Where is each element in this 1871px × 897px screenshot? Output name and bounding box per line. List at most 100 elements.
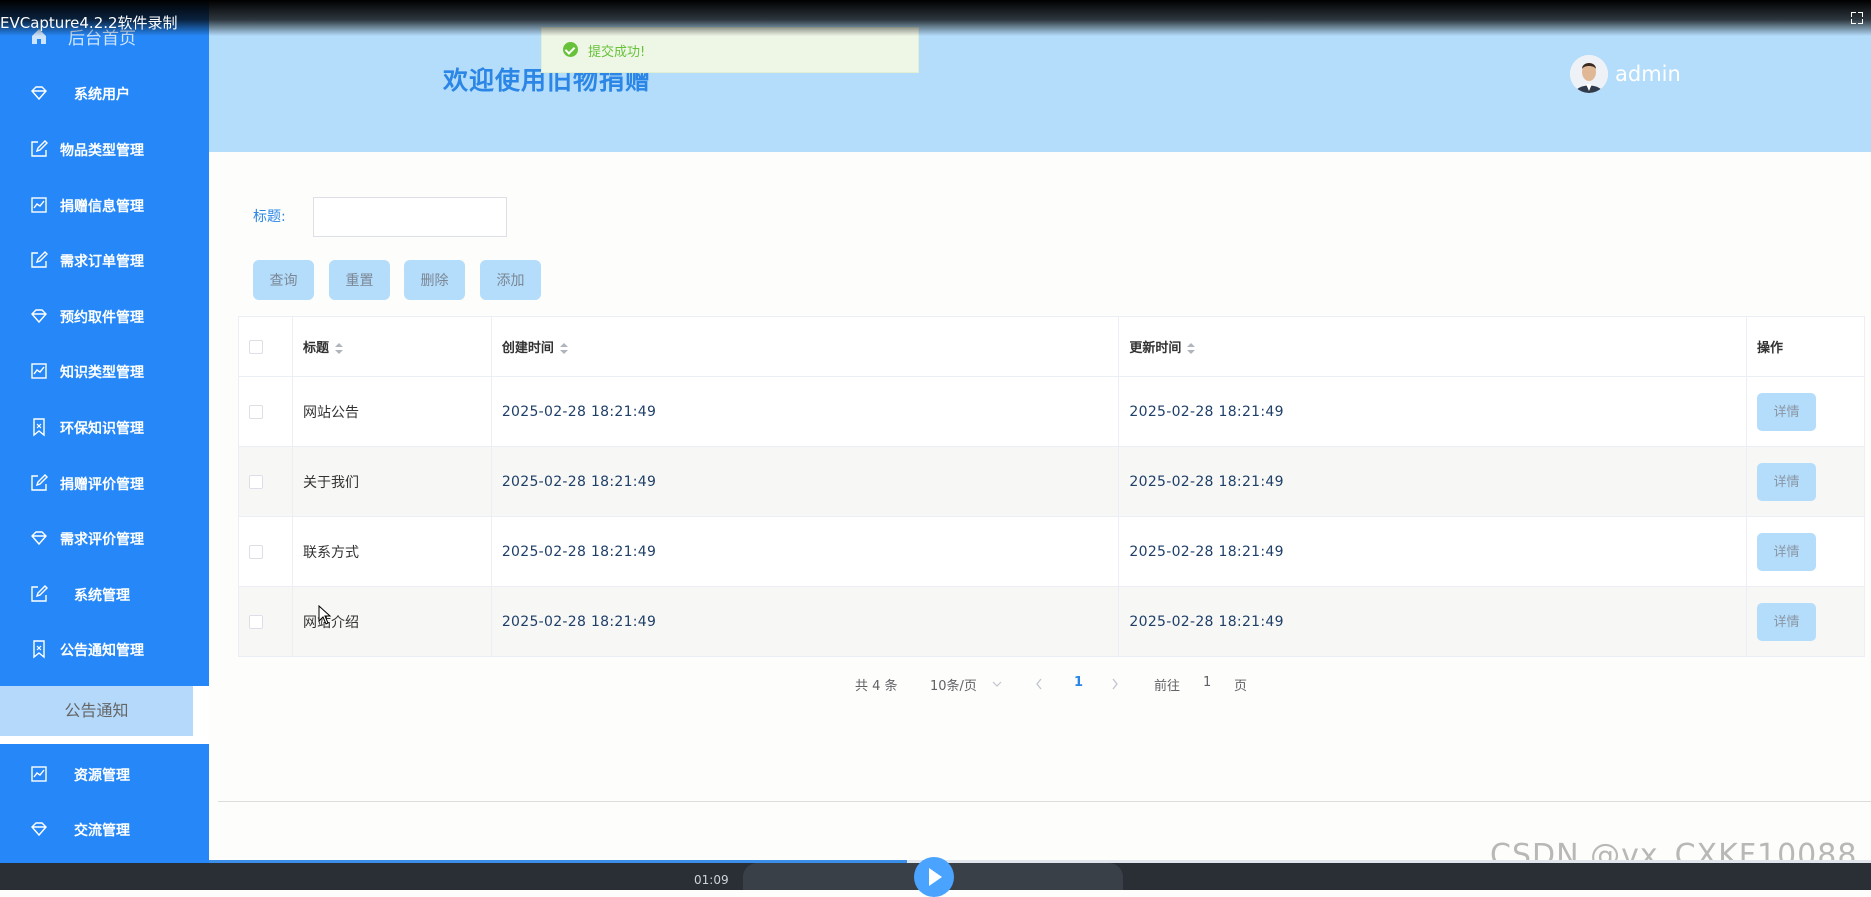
sidebar-item-resources[interactable]: 资源管理 bbox=[0, 752, 209, 796]
sidebar-item-label: 捐赠信息管理 bbox=[60, 199, 144, 215]
sidebar-item-knowledge-types[interactable]: 知识类型管理 bbox=[0, 349, 209, 393]
row-updated: 2025-02-28 18:21:49 bbox=[1118, 516, 1747, 587]
row-actions: 详情 bbox=[1745, 376, 1866, 447]
column-title-label: 标题 bbox=[302, 341, 329, 356]
user-avatar-icon bbox=[1570, 55, 1608, 93]
avatar[interactable] bbox=[1570, 55, 1608, 93]
sidebar-item-system-users[interactable]: 系统用户 bbox=[0, 71, 209, 115]
sidebar-item-label: 系统用户 bbox=[74, 87, 130, 103]
chart-icon bbox=[31, 363, 47, 379]
row-title: 网站公告 bbox=[291, 376, 492, 447]
sidebar-subitem-notices[interactable]: 公告通知 bbox=[0, 686, 209, 744]
goto-page-input[interactable]: 1 bbox=[1203, 675, 1211, 690]
chart-icon bbox=[31, 766, 47, 782]
sort-icon[interactable] bbox=[334, 342, 343, 355]
column-header-title[interactable]: 标题 bbox=[291, 316, 492, 377]
sidebar-item-label: 需求订单管理 bbox=[60, 254, 144, 270]
add-button[interactable]: 添加 bbox=[480, 260, 541, 300]
goto-prefix: 前往 bbox=[1154, 679, 1181, 694]
edit-icon bbox=[31, 585, 48, 602]
sidebar-item-donation-info[interactable]: 捐赠信息管理 bbox=[0, 183, 209, 227]
sort-icon[interactable] bbox=[1187, 342, 1196, 355]
detail-button[interactable]: 详情 bbox=[1756, 462, 1816, 501]
row-updated: 2025-02-28 18:21:49 bbox=[1118, 586, 1747, 657]
row-title: 联系方式 bbox=[291, 516, 492, 587]
row-checkbox[interactable] bbox=[249, 614, 263, 629]
video-player-controls: 01:09 bbox=[0, 857, 1871, 897]
mouse-cursor-icon bbox=[318, 605, 332, 625]
query-button[interactable]: 查询 bbox=[253, 260, 314, 300]
pagination-total: 共 4 条 bbox=[855, 679, 898, 694]
sidebar-item-label: 需求评价管理 bbox=[60, 532, 144, 548]
sidebar-item-label: 系统管理 bbox=[74, 588, 130, 604]
row-actions: 详情 bbox=[1745, 586, 1866, 657]
row-actions: 详情 bbox=[1745, 516, 1866, 587]
row-created: 2025-02-28 18:21:49 bbox=[490, 586, 1120, 657]
row-checkbox-cell bbox=[238, 586, 293, 657]
sidebar-item-eco-knowledge[interactable]: 环保知识管理 bbox=[0, 405, 209, 449]
sort-icon[interactable] bbox=[559, 342, 568, 355]
table-row: 网站公告 2025-02-28 18:21:49 2025-02-28 18:2… bbox=[238, 376, 1866, 447]
next-page-icon[interactable] bbox=[1111, 678, 1119, 690]
sidebar-item-label: 物品类型管理 bbox=[60, 143, 144, 159]
chevron-down-icon[interactable] bbox=[992, 680, 1002, 688]
row-checkbox-cell bbox=[238, 376, 293, 447]
row-checkbox[interactable] bbox=[249, 474, 263, 489]
sidebar-item-label: 资源管理 bbox=[74, 768, 130, 784]
detail-button[interactable]: 详情 bbox=[1756, 532, 1816, 571]
sidebar-item-donation-reviews[interactable]: 捐赠评价管理 bbox=[0, 461, 209, 505]
check-circle-icon bbox=[563, 42, 578, 57]
sidebar-item-item-types[interactable]: 物品类型管理 bbox=[0, 127, 209, 171]
detail-button[interactable]: 详情 bbox=[1756, 392, 1816, 431]
title-search-input[interactable] bbox=[313, 197, 507, 237]
search-label: 标题: bbox=[253, 209, 286, 225]
sidebar-item-system-management[interactable]: 系统管理 bbox=[0, 572, 209, 616]
column-created-label: 创建时间 bbox=[501, 341, 554, 356]
toast-message: 提交成功! bbox=[588, 45, 646, 60]
row-checkbox[interactable] bbox=[249, 404, 263, 419]
diamond-icon bbox=[31, 309, 47, 324]
diamond-icon bbox=[31, 531, 47, 546]
row-updated: 2025-02-28 18:21:49 bbox=[1118, 376, 1747, 447]
play-button[interactable] bbox=[914, 857, 954, 897]
sidebar-item-demand-orders[interactable]: 需求订单管理 bbox=[0, 238, 209, 282]
fullscreen-icon[interactable] bbox=[1851, 12, 1863, 24]
sidebar-item-label: 预约取件管理 bbox=[60, 310, 144, 326]
column-header-created[interactable]: 创建时间 bbox=[490, 316, 1120, 377]
edit-icon bbox=[31, 251, 48, 268]
bookmark-icon bbox=[33, 640, 45, 659]
row-created: 2025-02-28 18:21:49 bbox=[490, 376, 1120, 447]
sidebar-item-pickup[interactable]: 预约取件管理 bbox=[0, 294, 209, 338]
delete-button[interactable]: 删除 bbox=[404, 260, 465, 300]
sidebar-item-notice-management[interactable]: 公告通知管理 bbox=[0, 627, 209, 671]
recording-title: EVCapture4.2.2软件录制 bbox=[0, 14, 178, 32]
sidebar-item-label: 知识类型管理 bbox=[60, 365, 144, 381]
page-size-select[interactable]: 10条/页 bbox=[930, 675, 977, 694]
column-actions-label: 操作 bbox=[1756, 341, 1783, 356]
notice-table: 标题 创建时间 更新时间 操作 网站公告 2025-02-28 18:21:49… bbox=[238, 316, 1866, 657]
chart-icon bbox=[31, 197, 47, 213]
row-checkbox[interactable] bbox=[249, 544, 263, 559]
row-created: 2025-02-28 18:21:49 bbox=[490, 446, 1120, 517]
table-row: 网站介绍 2025-02-28 18:21:49 2025-02-28 18:2… bbox=[238, 586, 1866, 657]
table-row: 关于我们 2025-02-28 18:21:49 2025-02-28 18:2… bbox=[238, 446, 1866, 517]
row-created: 2025-02-28 18:21:49 bbox=[490, 516, 1120, 587]
username[interactable]: admin bbox=[1615, 62, 1681, 86]
row-title: 关于我们 bbox=[291, 446, 492, 517]
table-header-row: 标题 创建时间 更新时间 操作 bbox=[238, 316, 1866, 377]
sidebar-item-communication[interactable]: 交流管理 bbox=[0, 807, 209, 851]
sidebar-item-label: 环保知识管理 bbox=[60, 421, 144, 437]
column-updated-label: 更新时间 bbox=[1129, 341, 1182, 356]
page-number-current[interactable]: 1 bbox=[1074, 675, 1083, 690]
sidebar-subitem-label: 公告通知 bbox=[0, 686, 193, 736]
bookmark-icon bbox=[33, 418, 45, 437]
recording-title-bar bbox=[0, 0, 1871, 36]
detail-button[interactable]: 详情 bbox=[1756, 602, 1816, 641]
column-header-updated[interactable]: 更新时间 bbox=[1118, 316, 1747, 377]
sidebar-item-demand-reviews[interactable]: 需求评价管理 bbox=[0, 516, 209, 560]
prev-page-icon[interactable] bbox=[1035, 678, 1043, 690]
reset-button[interactable]: 重置 bbox=[329, 260, 390, 300]
select-all-checkbox[interactable] bbox=[249, 339, 263, 354]
header-checkbox-cell bbox=[238, 316, 293, 377]
row-checkbox-cell bbox=[238, 446, 293, 517]
